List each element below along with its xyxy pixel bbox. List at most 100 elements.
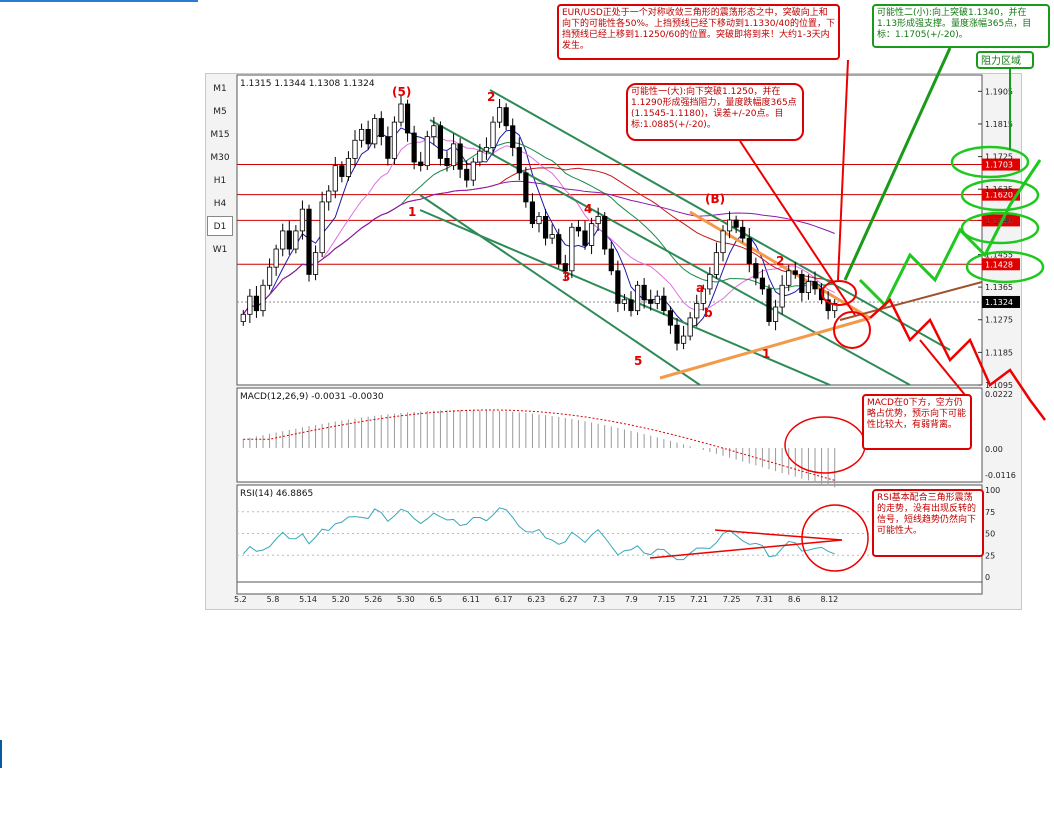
bull-candle — [345, 157, 352, 177]
x-tick-label: 5.20 — [332, 595, 350, 604]
x-tick-label: 5.2 — [234, 595, 247, 604]
x-tick-label: 6.5 — [429, 595, 442, 604]
wave-label: 5 — [634, 354, 642, 368]
current-price-label: 1.1324 — [985, 298, 1013, 307]
bear-candle — [799, 274, 805, 293]
rsi-header: RSI(14) 46.8865 — [240, 489, 313, 499]
y-tick-label: 1.1635 — [985, 185, 1013, 194]
wave-label: 1 — [762, 347, 770, 361]
wave-label: a — [696, 281, 704, 295]
bull-candle — [549, 234, 555, 239]
scenario-down-note: 可能性一(大):向下突破1.1250，并在1.1290形成强挡阻力，量度跌幅度3… — [626, 83, 804, 141]
x-tick-label: 5.8 — [267, 595, 280, 604]
bull-candle — [588, 223, 595, 246]
bear-candle — [766, 288, 772, 322]
y-tick-label: 1.1275 — [985, 316, 1013, 325]
wave-label: 2 — [776, 254, 784, 268]
bull-candle — [536, 216, 542, 225]
bear-candle — [648, 299, 654, 304]
bear-candle — [339, 165, 345, 177]
bear-candle — [542, 216, 549, 239]
bear-candle — [759, 277, 766, 290]
x-tick-label: 7.25 — [723, 595, 741, 604]
bull-candle — [680, 335, 687, 344]
macd-note: MACD在0下方，空方仍略占优势，预示向下可能性比较大，有弱背离。 — [862, 394, 972, 450]
bear-candle — [516, 147, 522, 174]
wave-label: b — [704, 306, 713, 320]
main-annotation: EUR/USD正处于一个对称收敛三角形的震荡形态之中，突破向上和向下的可能性各5… — [557, 4, 840, 60]
macd-header: MACD(12,26,9) -0.0031 -0.0030 — [240, 392, 384, 402]
bear-candle — [812, 281, 818, 290]
macd-tick-label: 0.0222 — [985, 390, 1013, 399]
price-level-label: 1.1428 — [985, 260, 1013, 269]
bear-candle — [556, 234, 562, 264]
y-tick-label: 1.1185 — [985, 348, 1013, 357]
bear-candle — [602, 216, 608, 250]
bull-candle — [299, 208, 306, 232]
x-tick-label: 7.3 — [592, 595, 605, 604]
bear-candle — [444, 157, 450, 167]
bull-candle — [280, 230, 286, 250]
bull-candle — [483, 147, 490, 152]
bear-candle — [411, 132, 417, 163]
rsi-tick-label: 25 — [985, 551, 995, 560]
bull-candle — [319, 201, 325, 254]
rsi-tick-label: 50 — [985, 530, 995, 539]
bear-candle — [661, 295, 667, 312]
bear-candle — [253, 295, 260, 312]
main-price-panel — [236, 74, 983, 386]
bear-candle — [575, 226, 582, 232]
x-tick-label: 7.9 — [625, 595, 638, 604]
bull-candle — [358, 128, 365, 141]
bear-candle — [464, 168, 470, 181]
bull-candle — [634, 284, 641, 312]
bear-candle — [385, 136, 391, 159]
bear-candle — [753, 263, 759, 279]
bull-candle — [332, 165, 338, 192]
wave-label: 1 — [408, 205, 416, 219]
bear-candle — [365, 128, 371, 145]
bull-candle — [621, 299, 628, 304]
bull-candle — [266, 266, 273, 286]
bear-candle — [608, 248, 614, 272]
bull-candle — [595, 216, 601, 225]
bear-candle — [529, 201, 536, 225]
bull-candle — [240, 313, 246, 322]
bear-candle — [510, 125, 516, 148]
x-tick-label: 6.23 — [527, 595, 545, 604]
bull-candle — [654, 295, 660, 304]
wave-label: 4 — [584, 202, 592, 216]
macd-tick-label: -0.0116 — [985, 471, 1016, 480]
bull-candle — [490, 121, 496, 148]
x-tick-label: 7.31 — [755, 595, 773, 604]
bear-candle — [286, 230, 292, 250]
bull-candle — [713, 252, 720, 275]
bull-candle — [569, 226, 575, 272]
bear-candle — [667, 310, 674, 326]
bull-candle — [391, 121, 398, 159]
x-tick-label: 5.30 — [397, 595, 415, 604]
price-level-label: 1.1703 — [985, 161, 1013, 170]
wave-label: (B) — [705, 192, 725, 206]
macd-tick-label: 0.00 — [985, 445, 1003, 454]
scenario-up-note: 可能性二(小):向上突破1.1340，并在1.13形成强支撑。量度涨幅365点，… — [872, 4, 1050, 48]
y-tick-label: 1.1365 — [985, 283, 1013, 292]
bull-candle — [372, 118, 378, 145]
bull-candle — [470, 161, 476, 181]
y-tick-label: 1.1725 — [985, 153, 1013, 162]
bear-candle — [792, 270, 798, 275]
x-tick-label: 5.26 — [364, 595, 382, 604]
y-tick-label: 1.1905 — [985, 87, 1013, 96]
bull-candle — [352, 139, 358, 159]
x-tick-label: 6.17 — [495, 595, 513, 604]
bear-candle — [404, 103, 411, 134]
bull-candle — [477, 150, 483, 163]
bear-candle — [740, 226, 746, 239]
x-tick-label: 6.27 — [560, 595, 578, 604]
bull-candle — [779, 284, 785, 308]
bear-candle — [582, 230, 588, 246]
bear-candle — [641, 284, 647, 301]
ohlc-header: 1.1315 1.1344 1.1308 1.1324 — [240, 79, 375, 89]
bull-candle — [293, 230, 299, 250]
x-tick-label: 7.21 — [690, 595, 708, 604]
